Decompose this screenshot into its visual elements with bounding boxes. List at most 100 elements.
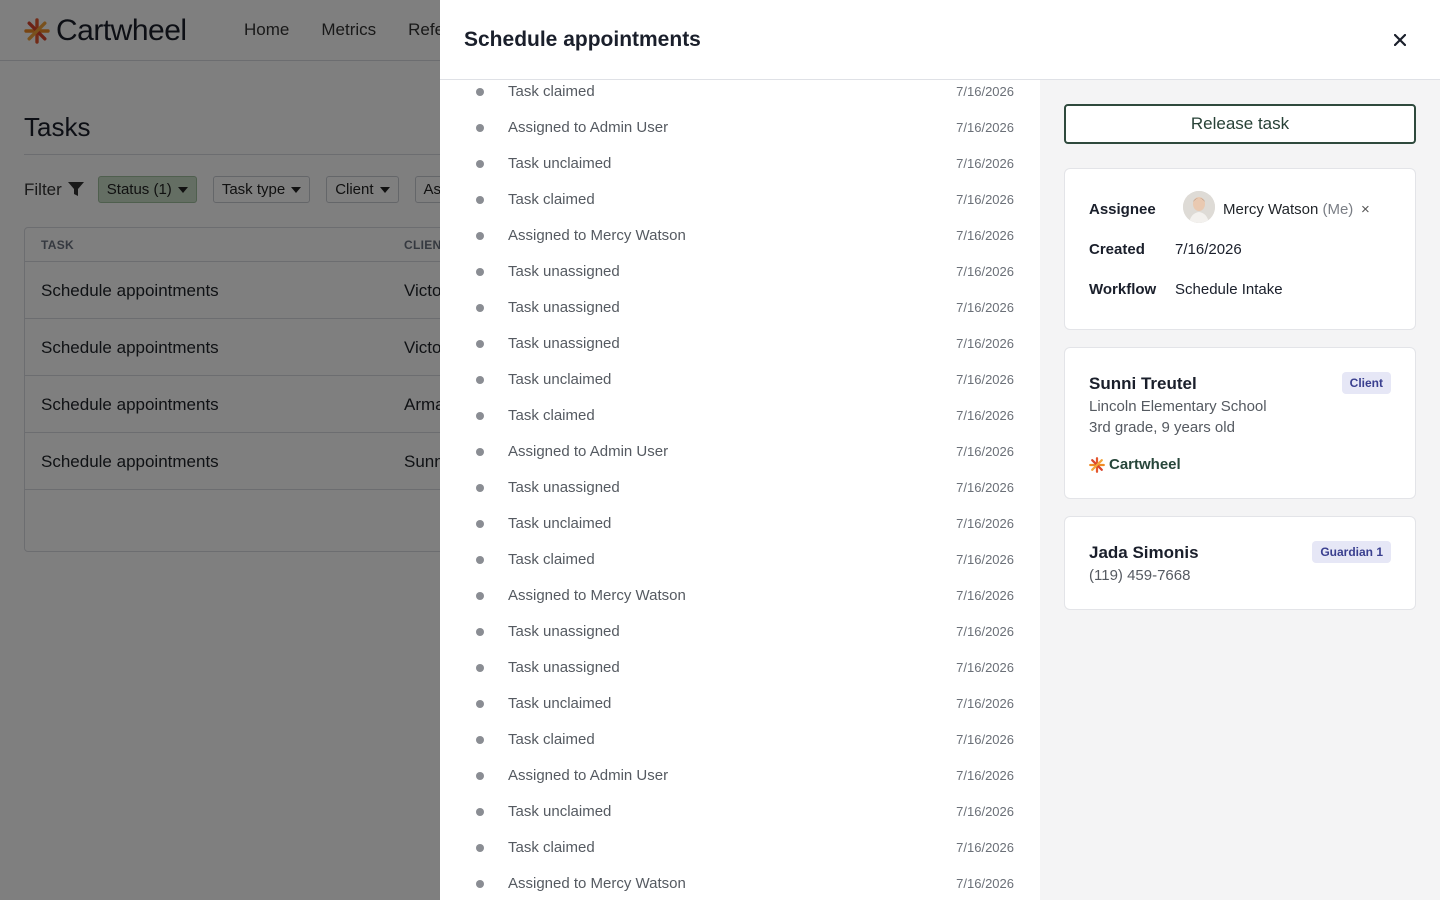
history-event-date: 7/16/2026 [956,84,1014,99]
history-event-date: 7/16/2026 [956,300,1014,315]
history-item: Task claimed 7/16/2026 [440,83,1040,120]
history-event-text: Assigned to Admin User [508,767,669,784]
history-event-date: 7/16/2026 [956,804,1014,819]
history-item: Assigned to Admin User 7/16/2026 [440,119,1040,156]
history-event-date: 7/16/2026 [956,732,1014,747]
history-item: Assigned to Admin User 7/16/2026 [440,767,1040,804]
cartwheel-star-icon [1089,456,1105,473]
bullet-dot-icon [476,232,484,240]
assignee-label: Assignee [1089,201,1156,218]
history-event-date: 7/16/2026 [956,228,1014,243]
history-item: Task claimed 7/16/2026 [440,839,1040,876]
history-event-date: 7/16/2026 [956,624,1014,639]
client-grade: 3rd grade, 9 years old [1089,419,1235,436]
history-event-date: 7/16/2026 [956,516,1014,531]
bullet-dot-icon [476,484,484,492]
history-event-text: Task unclaimed [508,695,612,712]
task-history-list[interactable]: Task claimed 7/16/2026 Assigned to Admin U… [440,80,1040,900]
bullet-dot-icon [476,880,484,888]
history-event-text: Task claimed [508,551,595,568]
client-card[interactable]: Sunni Treutel Client Lincoln Elementary … [1064,347,1416,499]
history-item: Task claimed 7/16/2026 [440,191,1040,228]
person-avatar-icon [1183,191,1215,223]
history-event-text: Task unclaimed [508,515,612,532]
client-name: Sunni Treutel [1089,374,1197,393]
history-item: Task unclaimed 7/16/2026 [440,803,1040,840]
bullet-dot-icon [476,304,484,312]
task-drawer: Schedule appointments Task claimed 7/16/2… [440,0,1440,900]
history-event-date: 7/16/2026 [956,444,1014,459]
close-icon [1394,34,1406,46]
client-school: Lincoln Elementary School [1089,398,1267,415]
drawer-title: Schedule appointments [464,28,701,51]
history-event-text: Task claimed [508,83,595,100]
history-item: Task claimed 7/16/2026 [440,731,1040,768]
history-item: Assigned to Mercy Watson 7/16/2026 [440,875,1040,900]
history-event-date: 7/16/2026 [956,264,1014,279]
bullet-dot-icon [476,124,484,132]
history-event-date: 7/16/2026 [956,156,1014,171]
bullet-dot-icon [476,376,484,384]
history-item: Task unclaimed 7/16/2026 [440,371,1040,408]
bullet-dot-icon [476,736,484,744]
history-event-text: Task unassigned [508,263,620,280]
release-task-button[interactable]: Release task [1064,104,1416,144]
history-item: Task unassigned 7/16/2026 [440,479,1040,516]
bullet-dot-icon [476,196,484,204]
remove-assignee-button[interactable]: × [1361,201,1370,218]
history-event-date: 7/16/2026 [956,768,1014,783]
history-event-date: 7/16/2026 [956,192,1014,207]
history-event-text: Task claimed [508,731,595,748]
bullet-dot-icon [476,160,484,168]
close-button[interactable] [1388,28,1412,52]
avatar [1183,191,1215,223]
history-event-date: 7/16/2026 [956,480,1014,495]
bullet-dot-icon [476,412,484,420]
history-item: Task unclaimed 7/16/2026 [440,155,1040,192]
task-info-card: Assignee Mercy Watson (Me) × Created 7/1… [1064,168,1416,330]
history-event-date: 7/16/2026 [956,372,1014,387]
history-event-text: Task unassigned [508,623,620,640]
history-event-text: Task claimed [508,839,595,856]
history-event-date: 7/16/2026 [956,660,1014,675]
bullet-dot-icon [476,628,484,636]
bullet-dot-icon [476,520,484,528]
created-label: Created [1089,241,1145,258]
history-item: Assigned to Mercy Watson 7/16/2026 [440,587,1040,624]
guardian-phone: (119) 459-7668 [1089,567,1191,584]
history-item: Assigned to Admin User 7/16/2026 [440,443,1040,480]
history-item: Task unassigned 7/16/2026 [440,263,1040,300]
bullet-dot-icon [476,340,484,348]
history-event-text: Task unclaimed [508,371,612,388]
bullet-dot-icon [476,700,484,708]
guardian-card[interactable]: Jada Simonis Guardian 1 (119) 459-7668 [1064,516,1416,610]
history-item: Assigned to Mercy Watson 7/16/2026 [440,227,1040,264]
history-event-date: 7/16/2026 [956,408,1014,423]
history-event-text: Assigned to Mercy Watson [508,587,686,604]
me-indicator: (Me) [1322,201,1354,218]
history-event-text: Assigned to Mercy Watson [508,227,686,244]
client-badge: Client [1341,372,1391,394]
history-item: Task unassigned 7/16/2026 [440,299,1040,336]
workflow-label: Workflow [1089,281,1157,298]
assignee-name[interactable]: Mercy Watson (Me) [1223,201,1353,218]
guardian-badge: Guardian 1 [1312,541,1391,563]
history-event-text: Task unassigned [508,299,620,316]
bullet-dot-icon [476,844,484,852]
history-event-date: 7/16/2026 [956,552,1014,567]
history-item: Task unassigned 7/16/2026 [440,335,1040,372]
history-event-date: 7/16/2026 [956,336,1014,351]
history-event-date: 7/16/2026 [956,840,1014,855]
history-event-text: Assigned to Mercy Watson [508,875,686,892]
assignee-name-text: Mercy Watson [1223,201,1319,218]
bullet-dot-icon [476,88,484,96]
bullet-dot-icon [476,268,484,276]
created-value: 7/16/2026 [1175,241,1242,258]
history-event-text: Task unassigned [508,659,620,676]
history-item: Task claimed 7/16/2026 [440,551,1040,588]
workflow-value: Schedule Intake [1175,281,1283,298]
history-item: Task unassigned 7/16/2026 [440,659,1040,696]
drawer-header: Schedule appointments [440,0,1440,80]
history-event-text: Task claimed [508,191,595,208]
history-item: Task claimed 7/16/2026 [440,407,1040,444]
